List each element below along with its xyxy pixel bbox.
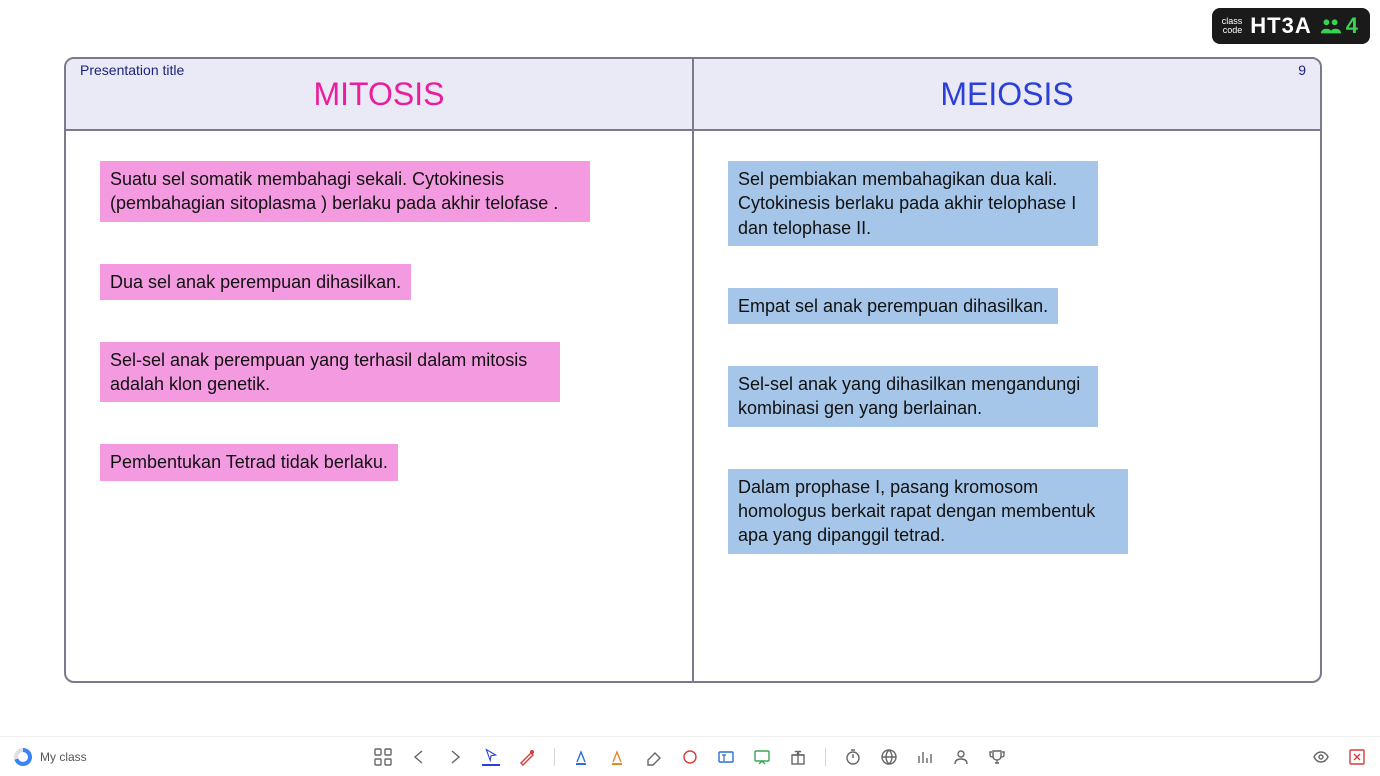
eraser-icon[interactable] (645, 748, 663, 766)
brand-area[interactable]: My class (14, 748, 87, 766)
class-code-value: HT3A (1250, 13, 1311, 39)
mitosis-block: Sel-sel anak perempuan yang terhasil dal… (100, 342, 560, 403)
mitosis-block: Dua sel anak perempuan dihasilkan. (100, 264, 411, 300)
pointer-icon[interactable] (482, 748, 500, 766)
pen-icon[interactable] (518, 748, 536, 766)
heading-meiosis: MEIOSIS (694, 59, 1320, 129)
visibility-icon[interactable] (1312, 748, 1330, 766)
brand-logo-icon (14, 748, 32, 766)
separator (825, 748, 826, 766)
grid-icon[interactable] (374, 748, 392, 766)
meiosis-block: Dalam prophase I, pasang kromosom homolo… (728, 469, 1128, 554)
whiteboard-icon[interactable] (753, 748, 771, 766)
participants-count: 4 (1320, 13, 1358, 39)
presentation-slide: Presentation title 9 MITOSIS MEIOSIS Sua… (64, 57, 1322, 683)
people-icon (1320, 17, 1342, 35)
arrow-right-icon[interactable] (446, 748, 464, 766)
gift-icon[interactable] (789, 748, 807, 766)
meiosis-block: Sel-sel anak yang dihasilkan mengandungi… (728, 366, 1098, 427)
timer-icon[interactable] (844, 748, 862, 766)
trophy-icon[interactable] (988, 748, 1006, 766)
textbox-icon[interactable] (717, 748, 735, 766)
highlighter-blue-icon[interactable] (573, 748, 591, 766)
presentation-title: Presentation title (80, 62, 184, 78)
page-number: 9 (1298, 62, 1306, 78)
highlighter-orange-icon[interactable] (609, 748, 627, 766)
slide-body: Suatu sel somatik membahagi sekali. Cyto… (66, 131, 1320, 681)
brand-label: My class (40, 750, 87, 764)
shape-icon[interactable] (681, 748, 699, 766)
class-code-label: class code (1222, 17, 1243, 35)
mitosis-block: Suatu sel somatik membahagi sekali. Cyto… (100, 161, 590, 222)
student-icon[interactable] (952, 748, 970, 766)
right-tools (1312, 748, 1366, 766)
bottom-toolbar: My class (0, 736, 1380, 776)
exit-icon[interactable] (1348, 748, 1366, 766)
separator (554, 748, 555, 766)
poll-icon[interactable] (916, 748, 934, 766)
arrow-left-icon[interactable] (410, 748, 428, 766)
meiosis-column: Sel pembiakan membahagikan dua kali. Cyt… (694, 131, 1320, 681)
meiosis-block: Sel pembiakan membahagikan dua kali. Cyt… (728, 161, 1098, 246)
mitosis-block: Pembentukan Tetrad tidak berlaku. (100, 444, 398, 480)
class-code-badge[interactable]: class code HT3A 4 (1212, 8, 1370, 44)
slide-header: Presentation title 9 MITOSIS MEIOSIS (66, 59, 1320, 131)
meiosis-block: Empat sel anak perempuan dihasilkan. (728, 288, 1058, 324)
web-icon[interactable] (880, 748, 898, 766)
mitosis-column: Suatu sel somatik membahagi sekali. Cyto… (66, 131, 694, 681)
center-tools (374, 748, 1006, 766)
